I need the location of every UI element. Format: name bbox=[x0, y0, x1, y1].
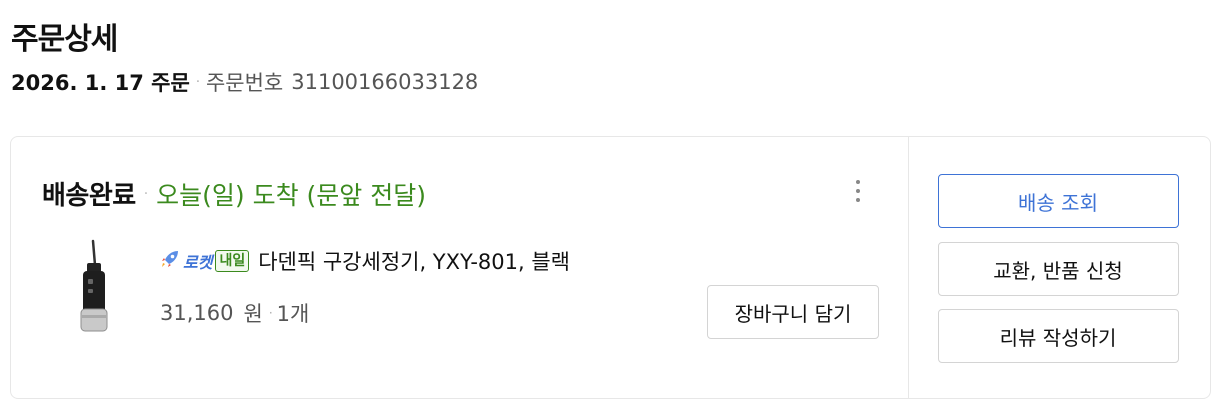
delivery-status: 배송완료 · 오늘(일) 도착 (문앞 전달) bbox=[42, 175, 426, 212]
separator-dot: · bbox=[143, 185, 149, 202]
order-card: 배송완료 · 오늘(일) 도착 (문앞 전달) 로켓 내일 다덴픽 구강세정기,… bbox=[10, 136, 1211, 399]
add-to-cart-button[interactable]: 장바구니 담기 bbox=[707, 285, 879, 339]
order-actions: 배송 조회 교환, 반품 신청 리뷰 작성하기 bbox=[907, 137, 1211, 398]
order-date: 2026. 1. 17 주문 bbox=[11, 71, 190, 95]
order-number-label: 주문번호 bbox=[205, 71, 284, 95]
separator-dot: · bbox=[268, 306, 273, 320]
price-row: 31,160 원 · 1개 bbox=[160, 298, 309, 328]
write-review-button[interactable]: 리뷰 작성하기 bbox=[937, 309, 1179, 363]
rocket-icon bbox=[160, 249, 180, 273]
product-quantity: 1개 bbox=[276, 302, 310, 326]
track-delivery-button[interactable]: 배송 조회 bbox=[937, 174, 1179, 228]
oral-irrigator-illustration bbox=[80, 239, 108, 332]
arrival-info: 오늘(일) 도착 (문앞 전달) bbox=[156, 180, 426, 210]
more-dot bbox=[856, 189, 860, 193]
page-title: 주문상세 bbox=[11, 22, 118, 57]
price-unit: 원 bbox=[243, 302, 263, 326]
order-meta: 2026. 1. 17 주문 · 주문번호 31100166033128 bbox=[11, 67, 478, 97]
more-dot bbox=[856, 180, 860, 184]
separator-dot: · bbox=[195, 74, 200, 90]
product-image[interactable] bbox=[66, 237, 116, 337]
order-card-main: 배송완료 · 오늘(일) 도착 (문앞 전달) 로켓 내일 다덴픽 구강세정기,… bbox=[11, 137, 908, 398]
order-number: 31100166033128 bbox=[291, 70, 479, 94]
product-price: 31,160 bbox=[160, 301, 234, 325]
delivery-status-label: 배송완료 bbox=[42, 181, 136, 211]
more-dot bbox=[856, 198, 860, 202]
product-name[interactable]: 다덴픽 구강세정기, YXY-801, 블랙 bbox=[258, 246, 570, 276]
tomorrow-badge: 내일 bbox=[215, 250, 250, 272]
more-options-icon[interactable] bbox=[847, 177, 869, 205]
exchange-return-button[interactable]: 교환, 반품 신청 bbox=[937, 242, 1179, 296]
rocket-delivery-badge: 로켓 내일 bbox=[160, 249, 250, 273]
rocket-label: 로켓 bbox=[183, 253, 213, 272]
product-title-row[interactable]: 로켓 내일 다덴픽 구강세정기, YXY-801, 블랙 bbox=[160, 246, 570, 276]
